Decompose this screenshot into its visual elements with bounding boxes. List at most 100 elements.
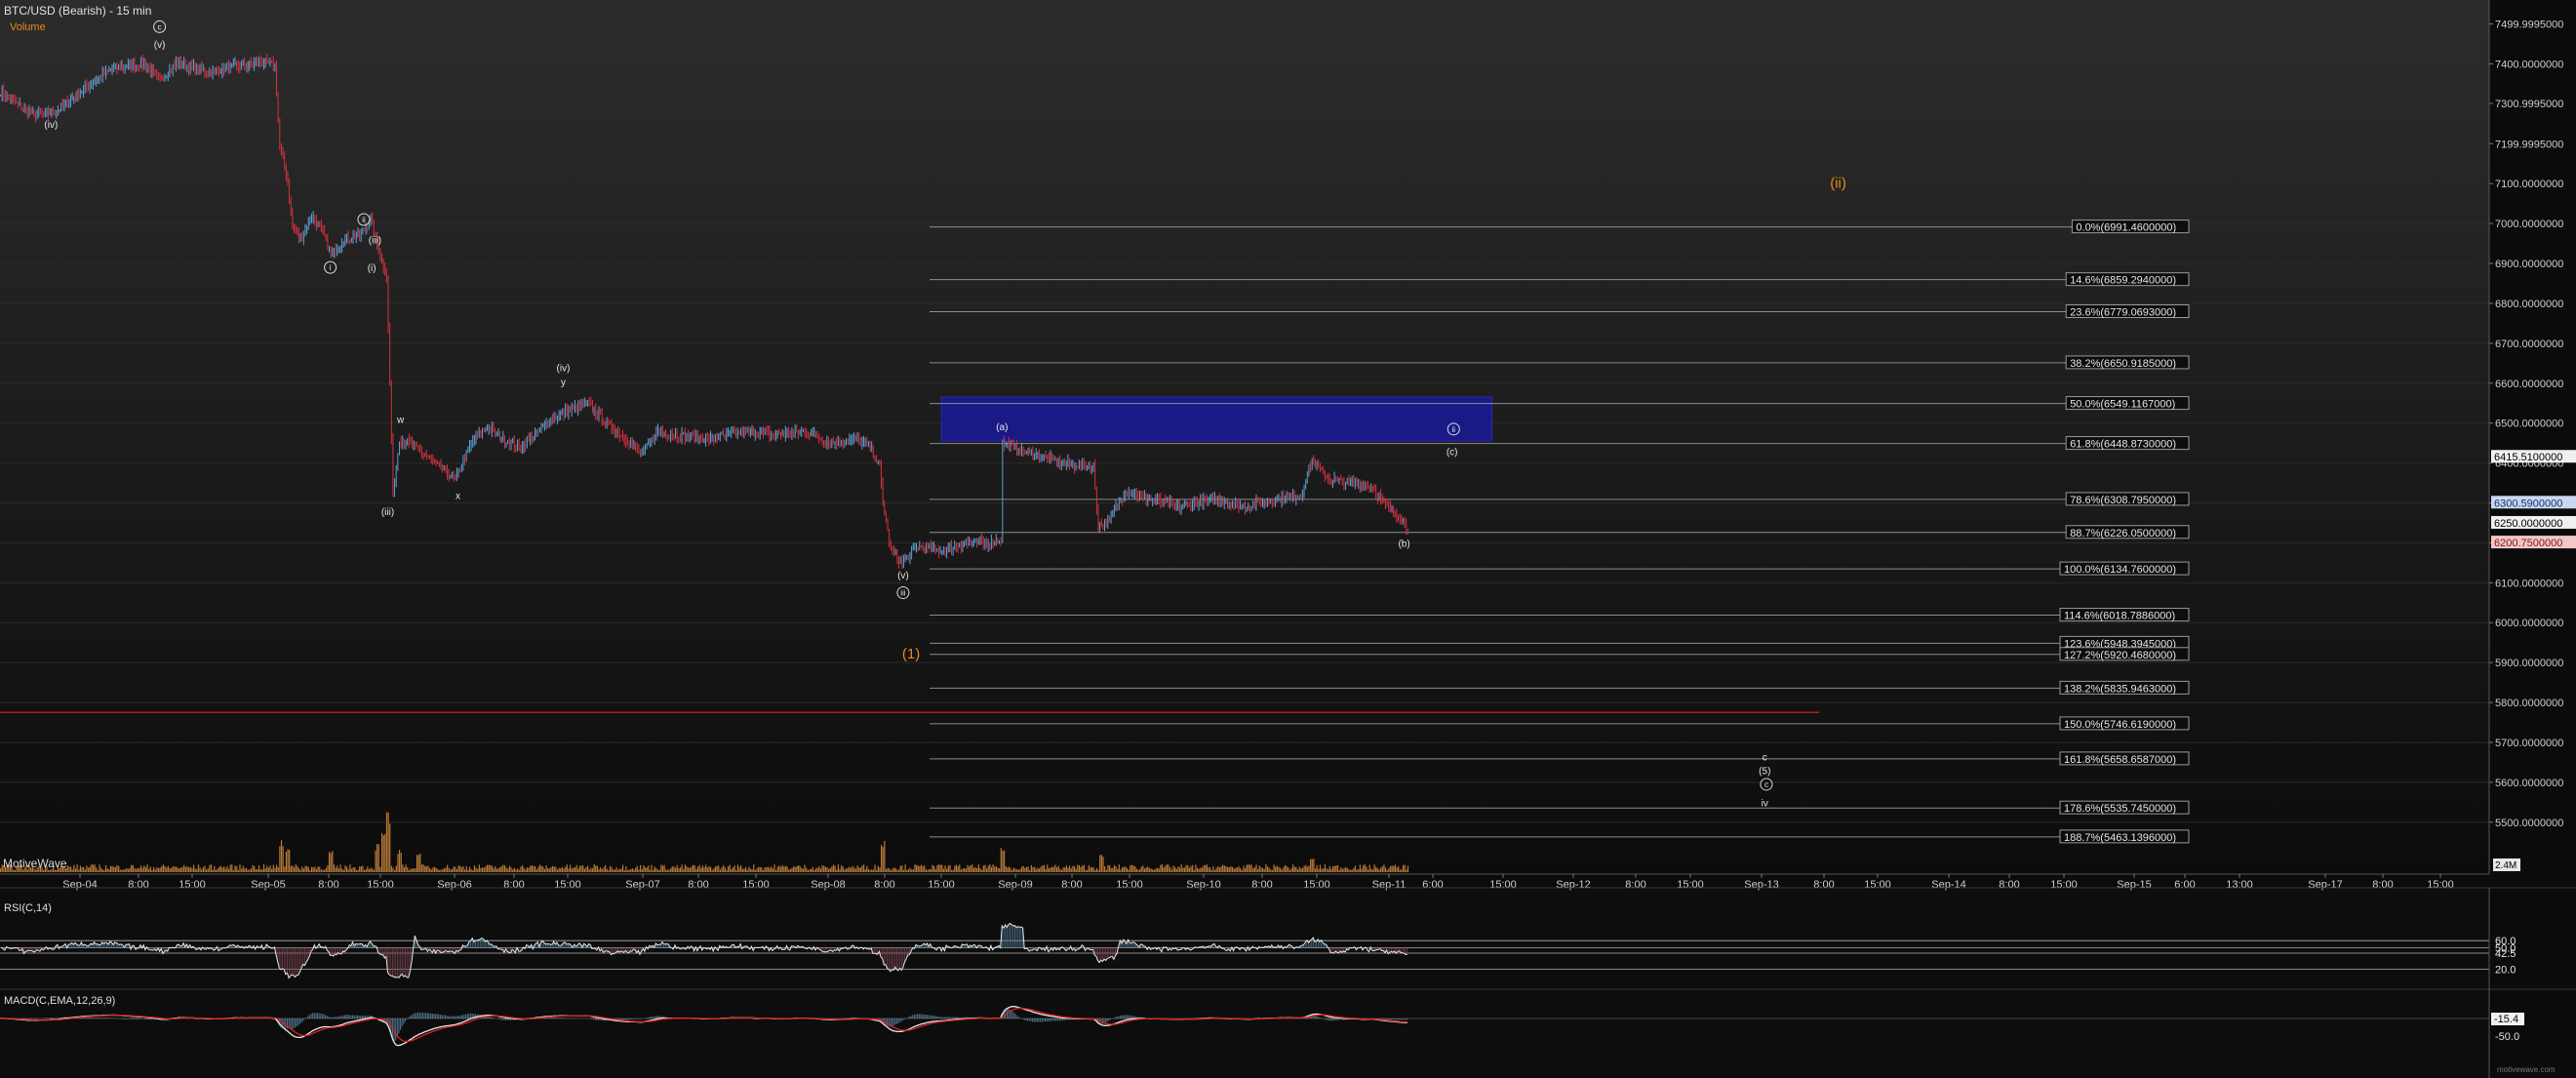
volume-bar (432, 867, 434, 872)
volume-bar (480, 867, 482, 872)
volume-bar (341, 868, 343, 872)
volume-bar (154, 869, 156, 872)
volume-bar (86, 865, 88, 872)
volume-bar (271, 868, 273, 872)
volume-bar (964, 867, 966, 872)
volume-bar (344, 865, 346, 872)
volume-bar (560, 868, 562, 872)
volume-bar (548, 868, 550, 872)
volume-bar (450, 869, 452, 872)
volume-bar (475, 867, 477, 872)
volume-bar (79, 865, 81, 872)
volume-bar (834, 865, 836, 872)
volume-bar (266, 865, 268, 872)
price-axis[interactable]: 2.4M 7499.9995000 7400.0000000 7300.9995000… (2488, 0, 2563, 874)
volume-bar (622, 864, 624, 872)
volume-bar (1316, 864, 1318, 872)
volume-bar (1389, 865, 1392, 872)
volume-bar (258, 865, 260, 872)
volume-bar (254, 865, 256, 872)
volume-bar (1373, 864, 1375, 872)
volume-bar (1175, 868, 1177, 872)
volume-bar (968, 866, 971, 872)
volume-bar (282, 846, 284, 872)
volume-bar (555, 866, 557, 872)
time-tick-label: Sep-06 (437, 879, 471, 891)
volume-bar (960, 869, 963, 872)
volume-bar (118, 865, 120, 872)
volume-bar (324, 869, 326, 872)
volume-bar (1268, 867, 1270, 872)
volume-bar (614, 869, 616, 872)
volume-bar (500, 865, 502, 872)
volume-bar (433, 866, 436, 872)
volume-bar (708, 865, 710, 872)
volume-bar (628, 869, 630, 872)
volume-bar (212, 869, 214, 872)
volume-bar (1139, 868, 1141, 872)
volume-bar (741, 868, 743, 872)
volume-bar (103, 869, 105, 872)
volume-bar (995, 865, 997, 872)
volume-bar (1361, 868, 1363, 872)
volume-bar (871, 869, 873, 872)
volume-bar (350, 868, 353, 872)
wave-label: c (1763, 752, 1767, 763)
volume-bar (229, 864, 231, 872)
volume-bar (473, 864, 476, 872)
fib-label: 0.0%(6991.4600000) (2076, 222, 2176, 234)
volume-bar (455, 866, 456, 872)
volume-bar (791, 867, 793, 872)
fib-label: 38.2%(6650.9185000) (2070, 358, 2176, 370)
volume-bar (311, 866, 313, 872)
price-marker-label: 6415.5100000 (2494, 452, 2562, 463)
volume-bar (1225, 865, 1227, 872)
volume-bar (605, 864, 607, 872)
macd-title: MACD(C,EMA,12,26,9) (4, 995, 116, 1007)
volume-bar (1215, 867, 1217, 872)
volume-bar (533, 865, 535, 872)
volume-bar (1393, 865, 1395, 872)
volume-bar (1092, 867, 1094, 872)
volume-bar (859, 867, 861, 872)
volume-bar (829, 868, 831, 872)
volume-bar (1187, 864, 1189, 872)
volume-bar (1310, 858, 1312, 872)
volume-bar (756, 868, 758, 872)
price-tick-label: 6700.0000000 (2495, 339, 2563, 350)
volume-bar (398, 850, 401, 872)
volume-bar (280, 840, 283, 872)
volume-bar (649, 869, 652, 872)
volume-bar (937, 864, 940, 872)
volume-bar (96, 867, 98, 872)
volume-bar (927, 869, 929, 872)
volume-bar (793, 865, 795, 872)
volume-bar (490, 864, 492, 872)
volume-bar (292, 865, 294, 872)
wave-label: w (396, 416, 405, 426)
volume-bar (1064, 867, 1066, 872)
volume-bar (1129, 864, 1131, 872)
volume-bar (119, 869, 121, 872)
price-tick-label: 7400.0000000 (2495, 59, 2563, 70)
volume-bar (1288, 869, 1291, 872)
volume-bar (744, 866, 747, 872)
volume-bar (1192, 864, 1194, 872)
volume-bar (783, 866, 785, 872)
volume-bar (111, 865, 113, 872)
volume-bar (896, 869, 898, 872)
volume-bar (568, 868, 570, 872)
rsi-pane-background (0, 888, 2489, 985)
volume-bar (1363, 864, 1365, 872)
volume-bar (83, 866, 85, 872)
volume-bar (307, 866, 309, 872)
volume-bar (196, 869, 198, 872)
wave-label: (5) (1759, 767, 1770, 778)
price-chart[interactable]: 0.0%(6991.4600000) 14.6%(6859.2940000) 23.… (0, 0, 2576, 1078)
volume-bar (1069, 865, 1071, 872)
volume-bar (781, 864, 783, 872)
volume-bar (1331, 865, 1334, 872)
volume-bar (766, 866, 768, 872)
volume-bar (1255, 864, 1257, 872)
volume-bar (285, 851, 288, 872)
